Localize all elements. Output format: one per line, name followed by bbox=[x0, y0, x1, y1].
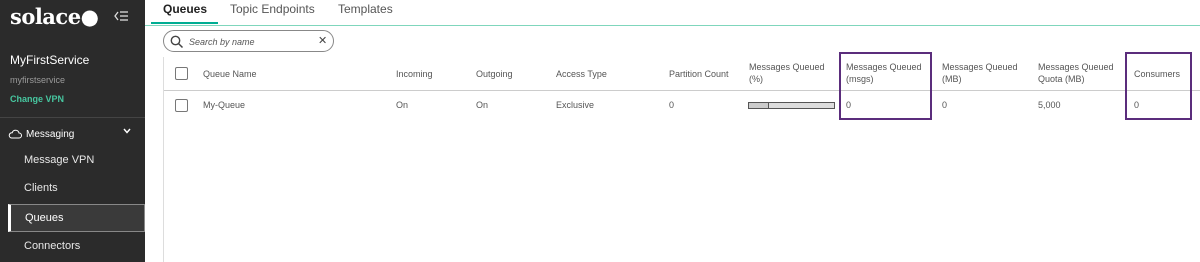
search-input[interactable] bbox=[189, 34, 314, 49]
tab-bar: Queues Topic Endpoints Templates bbox=[145, 0, 1200, 26]
main-content: Queues Topic Endpoints Templates ✕ Queue… bbox=[145, 0, 1200, 262]
sidebar-item-label: Message VPN bbox=[24, 154, 95, 166]
sidebar-item-message-vpn[interactable]: Message VPN bbox=[8, 146, 145, 174]
col-partition-count[interactable]: Partition Count bbox=[669, 68, 729, 80]
queues-table: Queue Name Incoming Outgoing Access Type… bbox=[163, 57, 1200, 262]
solace-logo: solace● bbox=[10, 4, 99, 29]
change-vpn-link[interactable]: Change VPN bbox=[10, 94, 64, 104]
service-name: MyFirstService bbox=[10, 53, 90, 67]
search-icon bbox=[170, 35, 184, 49]
header-line: Messages Queued bbox=[749, 62, 825, 72]
col-messages-queued-quota[interactable]: Messages Queued Quota (MB) bbox=[1038, 61, 1114, 85]
col-incoming[interactable]: Incoming bbox=[396, 68, 433, 80]
cell-quota-mb: 5,000 bbox=[1038, 100, 1061, 110]
header-line: (%) bbox=[749, 74, 763, 84]
logo-dot-icon: ● bbox=[80, 4, 99, 29]
cloud-icon bbox=[8, 129, 22, 139]
header-line: Messages Queued bbox=[1038, 62, 1114, 72]
sidebar-item-connectors[interactable]: Connectors bbox=[8, 232, 145, 260]
col-access-type[interactable]: Access Type bbox=[556, 68, 607, 80]
highlight-box-consumers bbox=[1125, 52, 1192, 120]
select-all-checkbox[interactable] bbox=[175, 67, 188, 80]
tab-queues[interactable]: Queues bbox=[163, 2, 207, 16]
clear-search-icon[interactable]: ✕ bbox=[318, 34, 327, 47]
active-tab-indicator bbox=[151, 22, 218, 24]
tab-templates[interactable]: Templates bbox=[338, 2, 393, 16]
cell-queue-name[interactable]: My-Queue bbox=[203, 100, 245, 110]
header-line: Quota (MB) bbox=[1038, 74, 1085, 84]
search-box: ✕ bbox=[163, 30, 334, 52]
header-line: (MB) bbox=[942, 74, 962, 84]
col-messages-queued-mb[interactable]: Messages Queued (MB) bbox=[942, 61, 1018, 85]
cell-outgoing: On bbox=[476, 100, 489, 110]
sidebar-divider bbox=[0, 117, 145, 118]
cell-access-type: Exclusive bbox=[556, 100, 595, 110]
col-queue-name[interactable]: Queue Name bbox=[203, 68, 257, 80]
cell-messages-queued-mb: 0 bbox=[942, 100, 948, 110]
header-line: Messages Queued bbox=[942, 62, 1018, 72]
table-header: Queue Name Incoming Outgoing Access Type… bbox=[164, 57, 1200, 91]
col-messages-queued-pct[interactable]: Messages Queued (%) bbox=[749, 61, 825, 85]
messaging-label: Messaging bbox=[26, 128, 75, 140]
sidebar-item-queues[interactable]: Queues bbox=[8, 204, 145, 232]
progress-fill bbox=[749, 103, 769, 108]
cell-incoming: On bbox=[396, 100, 409, 110]
chevron-down-icon bbox=[123, 128, 131, 134]
sidebar-item-label: Connectors bbox=[24, 240, 81, 252]
sidebar: solace● MyFirstService myfirstservice Ch… bbox=[0, 0, 145, 262]
messages-queued-progress-bar bbox=[748, 102, 835, 109]
messaging-section-toggle[interactable]: Messaging bbox=[0, 120, 145, 148]
highlight-box-messages-queued-msgs bbox=[839, 52, 932, 120]
col-outgoing[interactable]: Outgoing bbox=[476, 68, 513, 80]
sidebar-item-label: Queues bbox=[25, 212, 64, 224]
sidebar-item-clients[interactable]: Clients bbox=[8, 174, 145, 202]
tab-topic-endpoints[interactable]: Topic Endpoints bbox=[230, 2, 315, 16]
sidebar-item-label: Clients bbox=[24, 182, 58, 194]
service-id: myfirstservice bbox=[10, 75, 66, 85]
cell-partition-count: 0 bbox=[669, 100, 675, 110]
row-checkbox[interactable] bbox=[175, 99, 188, 112]
table-row[interactable]: My-Queue On On Exclusive 0 0 0 5,000 0 bbox=[164, 92, 1200, 120]
collapse-sidebar-icon[interactable] bbox=[114, 9, 128, 24]
